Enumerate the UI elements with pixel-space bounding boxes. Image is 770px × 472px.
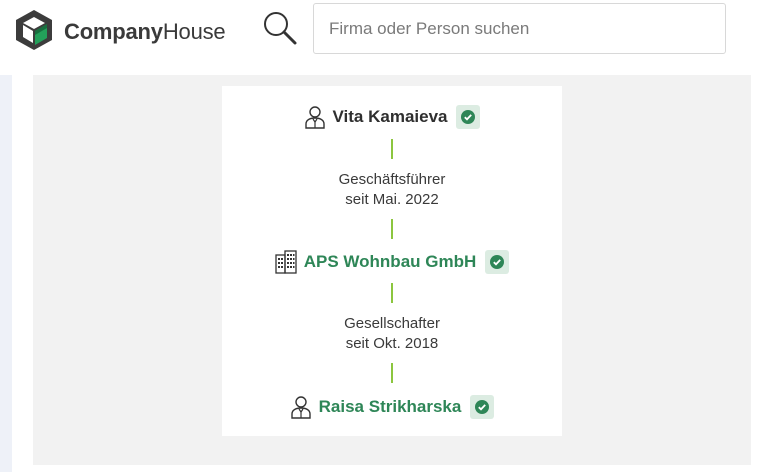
company-house-logo-icon[interactable] (14, 9, 54, 50)
search-input[interactable] (313, 3, 726, 54)
connector-line (391, 283, 393, 303)
verified-badge (456, 105, 481, 129)
check-circle-icon (461, 110, 476, 124)
top-header: CompanyHouse (0, 0, 770, 75)
brand-name-rest: House (162, 19, 226, 44)
relation-label: Gesellschafter seit Okt. 2018 (222, 314, 562, 354)
graph-node-person: Vita Kamaieva (222, 102, 562, 132)
node-name: Vita Kamaieva (332, 107, 448, 126)
person-icon (290, 396, 311, 419)
connector-line (391, 363, 393, 383)
check-circle-icon (475, 400, 490, 414)
left-sidebar-edge (0, 75, 12, 472)
search-icon[interactable] (262, 10, 298, 46)
brand-name[interactable]: CompanyHouse (64, 18, 226, 46)
relation-since: seit Mai. 2022 (345, 191, 439, 208)
graph-node-company[interactable]: APS Wohnbau GmbH (222, 247, 562, 277)
connector-line (391, 219, 393, 239)
node-name-link[interactable]: APS Wohnbau GmbH (304, 252, 477, 272)
person-icon (304, 106, 325, 129)
relation-role: Geschäftsführer (338, 171, 446, 188)
node-name-link[interactable]: Raisa Strikharska (319, 397, 462, 417)
graph-node-person[interactable]: Raisa Strikharska (222, 392, 562, 422)
brand-name-bold: Company (64, 19, 163, 44)
connector-line (391, 139, 393, 159)
relation-since: seit Okt. 2018 (345, 335, 439, 352)
relation-label: Geschäftsführer seit Mai. 2022 (222, 170, 562, 210)
building-icon (275, 250, 297, 274)
check-circle-icon (490, 255, 505, 269)
relation-role: Gesellschafter (344, 315, 440, 332)
verified-badge (470, 395, 495, 419)
verified-badge (485, 250, 510, 274)
relationship-graph-card: Vita Kamaieva Geschäftsführer seit Mai. … (222, 86, 562, 436)
